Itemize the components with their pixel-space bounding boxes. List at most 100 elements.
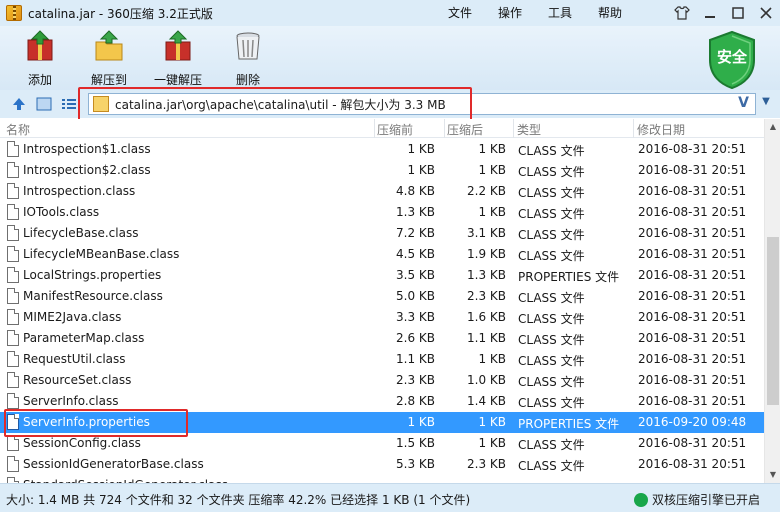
file-icon xyxy=(7,330,19,346)
file-name: LifecycleMBeanBase.class xyxy=(23,247,180,261)
minimize-icon[interactable] xyxy=(696,0,724,26)
engine-status-text: 双核压缩引擎已开启 xyxy=(652,493,761,507)
file-modified: 2016-08-31 20:51 xyxy=(638,163,747,177)
file-packed-size: 1 KB xyxy=(478,352,506,366)
file-type: CLASS 文件 xyxy=(518,249,585,263)
skin-icon[interactable] xyxy=(668,0,696,26)
file-icon xyxy=(7,372,19,388)
file-packed-size: 1 KB xyxy=(478,205,506,219)
file-size: 1 KB xyxy=(407,415,435,429)
file-row[interactable]: LifecycleMBeanBase.class 4.5 KB 1.9 KB CLAS… xyxy=(0,244,764,265)
scroll-thumb[interactable] xyxy=(767,237,779,405)
file-type: CLASS 文件 xyxy=(518,228,585,242)
extract-to-button[interactable]: 解压到 xyxy=(88,30,130,88)
delete-label: 删除 xyxy=(235,73,260,87)
file-icon xyxy=(7,309,19,325)
status-bar: 大小: 1.4 MB 共 724 个文件和 32 个文件夹 压缩率 42.2% … xyxy=(0,483,780,512)
address-toggle[interactable]: V xyxy=(738,95,749,111)
column-packed[interactable]: 压缩后 xyxy=(447,121,483,138)
file-type: CLASS 文件 xyxy=(518,396,585,410)
file-type: CLASS 文件 xyxy=(518,207,585,221)
file-row[interactable]: IOTools.class 1.3 KB 1 KB CLASS 文件 2016-08-3… xyxy=(0,202,764,223)
highlight-box-selected-file xyxy=(4,409,188,437)
file-row[interactable]: ResourceSet.class 2.3 KB 1.0 KB CLASS 文件 201… xyxy=(0,370,764,391)
file-modified: 2016-08-31 20:51 xyxy=(638,268,747,282)
file-size: 2.6 KB xyxy=(396,331,435,345)
add-button[interactable]: 添加 xyxy=(20,30,60,88)
file-size: 1 KB xyxy=(407,163,435,177)
file-row[interactable]: Introspection.class 4.8 KB 2.2 KB CLASS 文件 2… xyxy=(0,181,764,202)
file-row[interactable]: ParameterMap.class 2.6 KB 1.1 KB CLASS 文件 20… xyxy=(0,328,764,349)
file-size: 7.2 KB xyxy=(396,226,435,240)
file-packed-size: 1.3 KB xyxy=(467,268,506,282)
file-icon xyxy=(7,204,19,220)
file-modified: 2016-08-31 20:51 xyxy=(638,226,747,240)
security-badge[interactable]: 安全 xyxy=(706,30,758,90)
file-size: 4.5 KB xyxy=(396,247,435,261)
file-packed-size: 1.0 KB xyxy=(467,373,506,387)
maximize-icon[interactable] xyxy=(724,0,752,26)
file-modified: 2016-08-31 20:51 xyxy=(638,352,747,366)
file-row[interactable]: Introspection$1.class 1 KB 1 KB CLASS 文件 201… xyxy=(0,139,764,160)
trash-icon xyxy=(236,32,260,60)
file-size: 1.1 KB xyxy=(396,352,435,366)
vertical-scrollbar[interactable]: ▲ ▼ xyxy=(764,119,780,483)
column-modified[interactable]: 修改日期 xyxy=(637,121,685,138)
file-modified: 2016-08-31 20:51 xyxy=(638,142,747,156)
file-packed-size: 1 KB xyxy=(478,142,506,156)
file-packed-size: 1 KB xyxy=(478,415,506,429)
file-packed-size: 3.1 KB xyxy=(467,226,506,240)
file-row[interactable]: Introspection$2.class 1 KB 1 KB CLASS 文件 201… xyxy=(0,160,764,181)
file-type: CLASS 文件 xyxy=(518,144,585,158)
archive-icon xyxy=(6,5,22,21)
file-list-header: 名称 压缩前 压缩后 类型 修改日期 xyxy=(0,119,764,138)
menu-operate[interactable]: 操作 xyxy=(498,0,548,26)
column-name[interactable]: 名称 xyxy=(6,121,30,138)
file-name: SessionConfig.class xyxy=(23,436,141,450)
close-icon[interactable] xyxy=(752,0,780,26)
file-row[interactable]: RequestUtil.class 1.1 KB 1 KB CLASS 文件 2016-… xyxy=(0,349,764,370)
one-click-extract-icon xyxy=(165,30,191,61)
file-size: 3.5 KB xyxy=(396,268,435,282)
file-size: 4.8 KB xyxy=(396,184,435,198)
file-row[interactable]: StandardSessionIdGenerator.class xyxy=(0,475,764,483)
file-type: CLASS 文件 xyxy=(518,165,585,179)
highlight-box-address xyxy=(78,87,472,123)
menu-help[interactable]: 帮助 xyxy=(598,0,648,26)
file-row[interactable]: MIME2Java.class 3.3 KB 1.6 KB CLASS 文件 2016-… xyxy=(0,307,764,328)
file-modified: 2016-09-20 09:48 xyxy=(638,415,747,429)
menu-file[interactable]: 文件 xyxy=(448,0,498,26)
delete-button[interactable]: 删除 xyxy=(230,30,266,88)
file-icon xyxy=(7,267,19,283)
address-dropdown-icon[interactable]: ▼ xyxy=(758,96,774,112)
file-type: PROPERTIES 文件 xyxy=(518,270,620,284)
file-name: MIME2Java.class xyxy=(23,310,122,324)
column-type[interactable]: 类型 xyxy=(517,121,541,138)
toolbar: 添加 解压到 一键解压 删除 安全 xyxy=(0,26,780,90)
file-modified: 2016-08-31 20:51 xyxy=(638,310,747,324)
up-arrow-icon[interactable] xyxy=(10,96,28,112)
file-packed-size: 1.1 KB xyxy=(467,331,506,345)
file-name: IOTools.class xyxy=(23,205,100,219)
menu-tools[interactable]: 工具 xyxy=(548,0,598,26)
file-icon xyxy=(7,456,19,472)
view-thumbnail-icon[interactable] xyxy=(35,96,53,112)
file-packed-size: 2.2 KB xyxy=(467,184,506,198)
column-size[interactable]: 压缩前 xyxy=(377,121,413,138)
file-row[interactable]: ManifestResource.class 5.0 KB 2.3 KB CLASS … xyxy=(0,286,764,307)
file-type: CLASS 文件 xyxy=(518,438,585,452)
file-row[interactable]: SessionIdGeneratorBase.class 5.3 KB 2.3 KB… xyxy=(0,454,764,475)
scroll-down-icon[interactable]: ▼ xyxy=(765,467,780,483)
window-controls xyxy=(668,0,780,26)
file-icon xyxy=(7,435,19,451)
file-size: 5.0 KB xyxy=(396,289,435,303)
file-name: Introspection$2.class xyxy=(23,163,151,177)
file-type: CLASS 文件 xyxy=(518,375,585,389)
one-click-extract-button[interactable]: 一键解压 xyxy=(152,30,204,88)
window-title: catalina.jar - 360压缩 3.2正式版 xyxy=(28,6,213,21)
view-list-icon[interactable] xyxy=(60,96,78,112)
file-row[interactable]: LifecycleBase.class 7.2 KB 3.1 KB CLASS 文件 2… xyxy=(0,223,764,244)
scroll-up-icon[interactable]: ▲ xyxy=(765,119,780,135)
file-modified: 2016-08-31 20:51 xyxy=(638,184,747,198)
file-row[interactable]: LocalStrings.properties 3.5 KB 1.3 KB PROPE… xyxy=(0,265,764,286)
